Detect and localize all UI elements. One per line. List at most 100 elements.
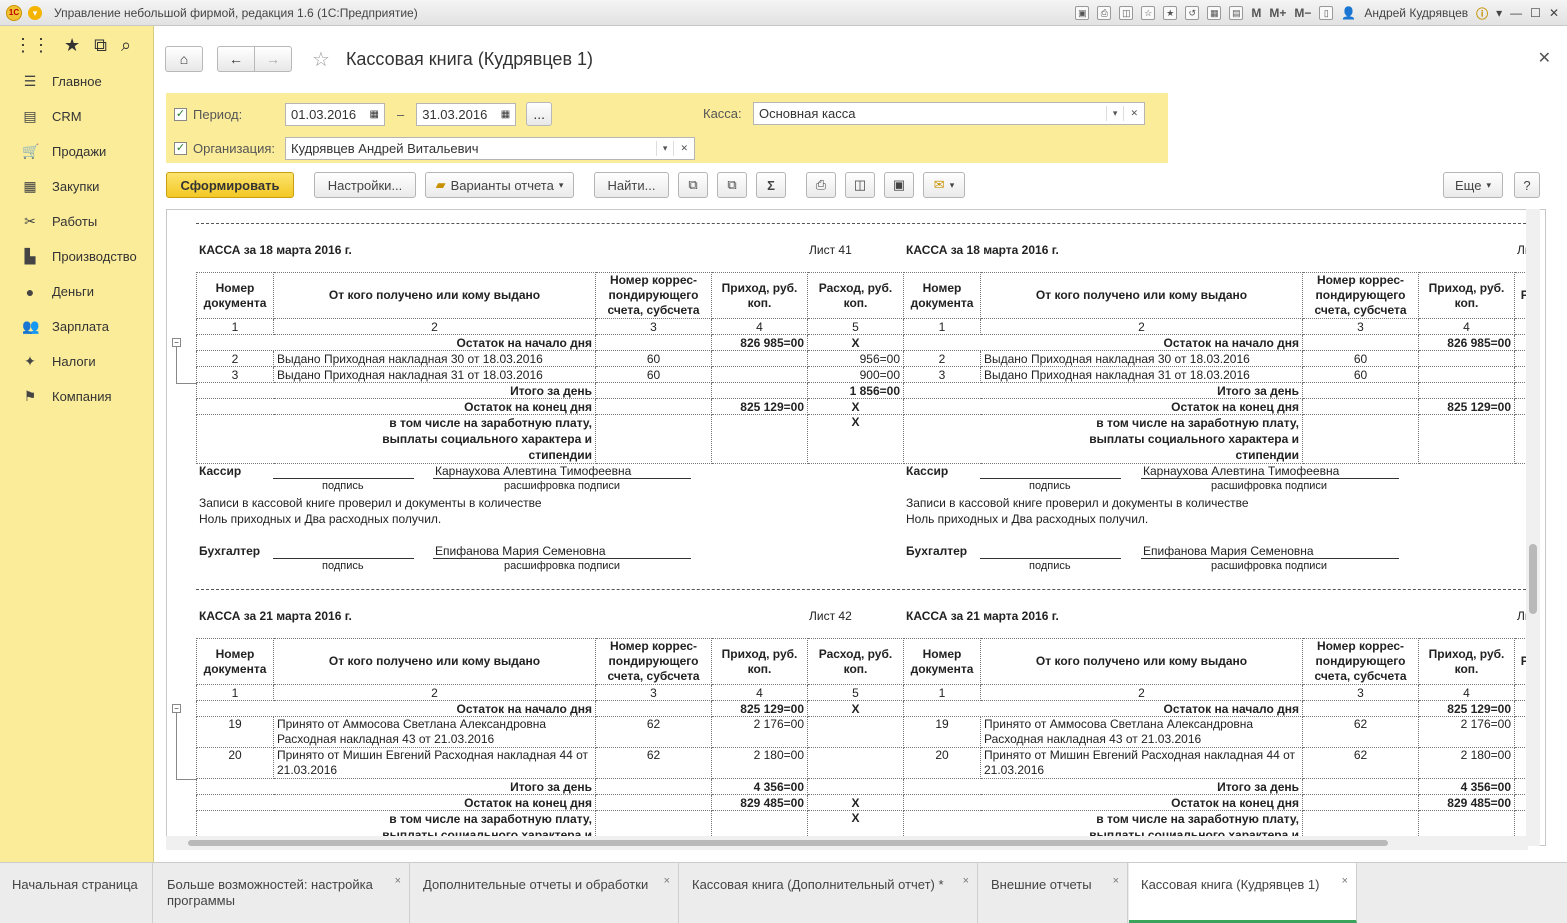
preview-icon[interactable]: ◫ [1119,6,1134,20]
chevron-down-icon[interactable]: ▾ [1496,6,1502,20]
table-row: Итого за день 1 856=00 [196,382,904,399]
calendar-icon[interactable]: ▦ [501,109,510,120]
history-icon[interactable]: ⧉ [94,35,107,56]
sidebar-item-money[interactable]: ● Деньги [0,274,153,309]
preview-button[interactable]: ◫ [845,172,875,198]
history-icon[interactable]: ↺ [1185,6,1200,20]
organization-field[interactable]: Кудрявцев Андрей Витальевич ▾ ✕ [285,137,695,160]
period-label: Период: [193,106,243,122]
favorite-star-icon[interactable]: ☆ [312,47,330,72]
vertical-scrollbar[interactable] [1526,209,1540,846]
user-icon: 👤 [1341,6,1357,20]
folder-icon: ▰ [435,177,446,192]
close-tab-icon[interactable]: × [1113,873,1119,889]
info-icon[interactable]: ⓘ [1476,5,1488,22]
close-tab-icon[interactable]: × [395,873,401,889]
table-row: в том числе на заработную плату, выплаты… [196,414,904,464]
send-email-button[interactable]: ✉ ▾ [923,172,965,198]
date-to-field[interactable]: 31.03.2016 ▦ [416,102,517,126]
calendar-icon[interactable]: ▦ [370,109,379,120]
chevron-down-icon[interactable]: ▾ [1105,106,1124,121]
close-tab-icon[interactable]: × [963,873,969,889]
day-title-right: КАССА за 18 марта 2016 г. [906,243,1059,257]
clear-icon[interactable]: ✕ [673,141,694,156]
memory-minus-button[interactable]: M− [1294,6,1311,20]
close-form-icon[interactable]: ✕ [1538,48,1551,68]
home-icon: ⌂ [179,51,189,67]
favorites-star-icon[interactable]: ★ [64,35,80,56]
minimize-icon[interactable]: — [1510,6,1522,20]
save-icon[interactable]: ▣ [1075,6,1090,20]
close-tab-icon[interactable]: × [1342,873,1348,889]
help-button[interactable]: ? [1514,172,1540,198]
report-variants-button[interactable]: ▰ Варианты отчета ▾ [425,172,574,198]
cash-table-right-2: Номер документа От кого получено или кому… [903,638,1535,845]
favorites-icon[interactable]: ★ [1163,6,1178,20]
table-row: 2 Выдано Приходная накладная 30 от 18.03.… [196,350,904,367]
kassa-label: Касса: [703,106,742,121]
save-icon: ▣ [892,177,906,192]
sidebar-item-salary[interactable]: 👥 Зарплата [0,309,153,344]
coin-icon: ● [25,283,35,300]
find-button[interactable]: Найти... [594,172,669,198]
horizontal-scrollbar[interactable] [166,836,1528,850]
collapse-group-icon[interactable]: − [172,704,181,713]
sidebar-item-works[interactable]: ✂ Работы [0,204,153,239]
people-icon: 👥 [22,318,40,334]
table-row: 19 Принято от Аммосова Светлана Александр… [196,716,904,748]
table-row: Остаток на начало дня 826 985=00 X [196,334,904,351]
more-button[interactable]: Еще ▾ [1443,172,1503,198]
close-tab-icon[interactable]: × [664,873,670,889]
search-icon[interactable]: ⌕ [121,35,131,56]
spreadsheet-report[interactable]: КАССА за 18 марта 2016 г. Лист 41 КАССА … [166,209,1546,846]
sidebar-item-sales[interactable]: 🛒 Продажи [0,134,153,169]
print-icon[interactable]: ⎙ [1097,6,1112,20]
sidebar-item-company[interactable]: ⚑ Компания [0,379,153,414]
back-button[interactable]: ← [217,46,255,72]
open-windows-bar: Начальная страница Больше возможностей: … [0,862,1567,923]
sidebar-item-production[interactable]: ▙ Производство [0,239,153,274]
sections-panel: ⋮⋮ ★ ⧉ ⌕ ☰ Главное ▤ CRM 🛒 Продажи ▦ Закупки… [0,26,154,862]
factory-icon: ▙ [24,248,36,264]
calendar-icon[interactable]: ▦ [1207,6,1222,20]
date-from-field[interactable]: 01.03.2016 ▦ [285,102,385,126]
favorites-add-icon[interactable]: ☆ [1141,6,1156,20]
sum-button[interactable]: Σ [756,172,786,198]
calculator-icon[interactable]: ▤ [1229,6,1244,20]
crm-icon: ▤ [23,108,37,124]
generate-button[interactable]: Сформировать [166,172,294,198]
clear-icon[interactable]: ✕ [1123,106,1144,121]
close-window-icon[interactable]: ✕ [1549,6,1559,20]
settings-button[interactable]: Настройки... [314,172,416,198]
paste-button[interactable]: ⧉ [717,172,747,198]
organization-checkbox[interactable]: ✓ [174,142,187,155]
tab-additional-reports[interactable]: Дополнительные отчеты и обработки × [411,863,679,923]
memory-plus-button[interactable]: M+ [1269,6,1286,20]
all-functions-icon[interactable]: ⋮⋮ [14,35,50,56]
main-menu-icon[interactable]: ▾ [28,5,42,20]
sidebar-item-crm[interactable]: ▤ CRM [0,99,153,134]
collapse-group-icon[interactable]: − [172,338,181,347]
print-button[interactable]: ⎙ [806,172,836,198]
save-button[interactable]: ▣ [884,172,914,198]
memory-m-button[interactable]: M [1251,6,1261,20]
sidebar-item-main[interactable]: ☰ Главное [0,64,153,99]
tab-more-features[interactable]: Больше возможностей: настройка программы… [155,863,410,923]
user-name[interactable]: Андрей Кудрявцев [1364,6,1468,20]
sidebar-item-taxes[interactable]: ✦ Налоги [0,344,153,379]
chevron-down-icon[interactable]: ▾ [655,141,674,156]
tab-home[interactable]: Начальная страница [0,863,153,923]
tab-cashbook-additional[interactable]: Кассовая книга (Дополнительный отчет) * × [680,863,978,923]
forward-button[interactable]: → [254,46,292,72]
copy-button[interactable]: ⧉ [678,172,708,198]
tab-external-reports[interactable]: Внешние отчеты × [979,863,1128,923]
kassa-field[interactable]: Основная касса ▾ ✕ [753,102,1145,125]
sidebar-item-purchases[interactable]: ▦ Закупки [0,169,153,204]
maximize-icon[interactable]: ☐ [1530,6,1541,20]
period-select-button[interactable]: ... [526,102,553,126]
home-button[interactable]: ⌂ [165,46,203,72]
menu-lines-icon: ☰ [23,73,37,89]
period-checkbox[interactable]: ✓ [174,107,187,121]
tab-cashbook-kudryavtsev[interactable]: Кассовая книга (Кудрявцев 1) × [1129,863,1357,923]
panels-icon[interactable]: ▯ [1319,6,1334,20]
